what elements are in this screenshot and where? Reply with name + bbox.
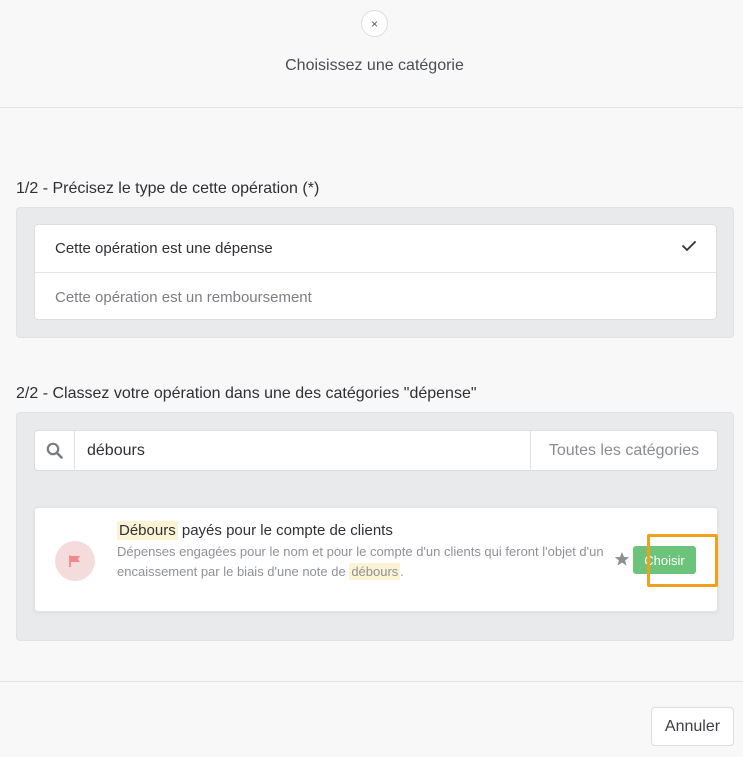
result-title-rest: payés pour le compte de clients (177, 522, 393, 539)
close-button[interactable]: × (361, 10, 388, 37)
operation-type-list: Cette opération est une dépense Cette op… (34, 224, 717, 320)
category-filter-select[interactable]: Toutes les catégories (530, 431, 717, 470)
cancel-button[interactable]: Annuler (651, 707, 734, 746)
search-icon[interactable] (35, 431, 75, 470)
close-icon: × (370, 16, 378, 31)
step1-title: 1/2 - Précisez le type de cette opératio… (16, 180, 320, 197)
category-search-bar: Toutes les catégories (34, 430, 718, 471)
result-card: Débours payés pour le compte de clients … (34, 507, 718, 612)
option-expense-label: Cette opération est une dépense (55, 240, 273, 257)
check-icon (682, 241, 696, 251)
footer-divider (0, 681, 743, 682)
result-description-end: . (400, 564, 404, 579)
choose-button[interactable]: Choisir (633, 546, 696, 574)
result-description: Dépenses engagées pour le nom et pour le… (117, 542, 607, 582)
step2-title: 2/2 - Classez votre opération dans une d… (16, 385, 477, 402)
option-refund-label: Cette opération est un remboursement (55, 288, 312, 306)
result-title-highlight: Débours (117, 521, 178, 540)
modal-title: Choisissez une catégorie (285, 57, 464, 74)
option-refund[interactable]: Cette opération est un remboursement (35, 273, 716, 321)
option-expense[interactable]: Cette opération est une dépense (35, 225, 716, 273)
operation-type-panel: Cette opération est une dépense Cette op… (16, 207, 734, 338)
category-panel: Toutes les catégories Débours payés pour… (16, 412, 734, 641)
flag-icon (55, 541, 95, 581)
result-title: Débours payés pour le compte de clients (117, 521, 393, 540)
search-input[interactable] (87, 431, 527, 470)
star-icon[interactable] (614, 551, 630, 567)
result-description-highlight: débours (349, 563, 401, 580)
modal-header: × Choisissez une catégorie (0, 0, 743, 108)
